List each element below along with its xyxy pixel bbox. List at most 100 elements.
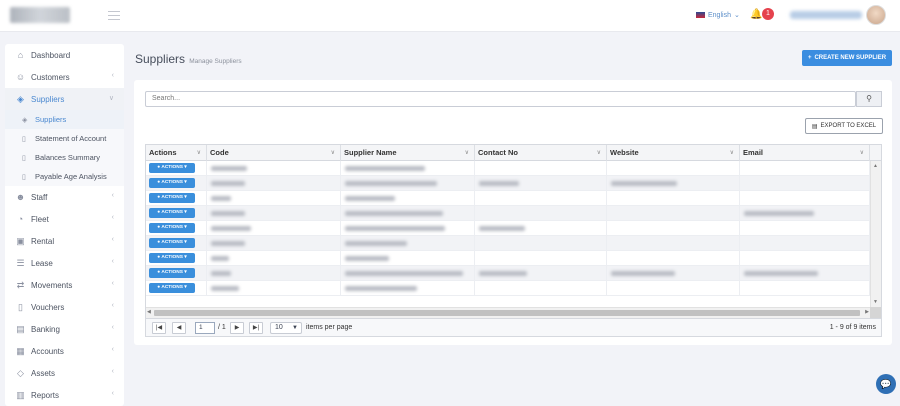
table-row[interactable]: ● ACTIONS ▾ xyxy=(146,266,870,281)
page-size-select[interactable]: 10 ▼ xyxy=(270,322,302,334)
last-page-button[interactable]: ▶| xyxy=(249,322,263,334)
chevron-down-icon[interactable]: ∨ xyxy=(597,145,601,161)
scroll-up-icon[interactable]: ▲ xyxy=(873,163,878,169)
sidebar-item-movements[interactable]: ⇄ Movements ‹ xyxy=(5,274,124,296)
chevron-left-icon: ‹ xyxy=(111,214,114,221)
notification-badge[interactable]: 1 xyxy=(762,8,774,20)
actions-button[interactable]: ● ACTIONS ▾ xyxy=(149,268,195,278)
sidebar-item-vouchers[interactable]: ▯ Vouchers ‹ xyxy=(5,296,124,318)
column-header-supplier-name[interactable]: Supplier Name ∨ xyxy=(341,145,475,161)
gauge-icon: ◔ xyxy=(17,213,24,224)
search-button[interactable]: ⚲ xyxy=(856,91,882,107)
table-cell xyxy=(475,161,607,176)
language-selector[interactable]: English ⌄ xyxy=(696,11,740,19)
sidebar-item-dashboard[interactable]: ⌂ Dashboard xyxy=(5,44,124,66)
suppliers-submenu: ◈ Suppliers ▯ Statement of Account ▯ Balances… xyxy=(5,110,124,186)
chevron-down-icon[interactable]: ∨ xyxy=(465,145,469,161)
company-logo[interactable] xyxy=(10,7,70,23)
column-header-code[interactable]: Code ∨ xyxy=(207,145,341,161)
submenu-item-balances-summary[interactable]: ▯ Balances Summary xyxy=(5,148,124,167)
bell-icon[interactable]: 🔔 xyxy=(750,9,762,20)
sidebar-item-banking[interactable]: ▤ Banking ‹ xyxy=(5,318,124,340)
sidebar-item-accounts[interactable]: ▦ Accounts ‹ xyxy=(5,340,124,362)
table-row[interactable]: ● ACTIONS ▾ xyxy=(146,206,870,221)
table-row[interactable]: ● ACTIONS ▾ xyxy=(146,221,870,236)
actions-button[interactable]: ● ACTIONS ▾ xyxy=(149,223,195,233)
sidebar-item-reports[interactable]: ▥ Reports ‹ xyxy=(5,384,124,406)
table-cell xyxy=(341,176,475,191)
avatar[interactable] xyxy=(866,5,886,25)
home-icon: ⌂ xyxy=(17,49,24,60)
actions-button[interactable]: ● ACTIONS ▾ xyxy=(149,193,195,203)
prev-page-button[interactable]: ◀ xyxy=(172,322,186,334)
user-name[interactable] xyxy=(790,11,862,19)
column-header-label: Actions xyxy=(149,148,177,157)
create-new-supplier-button[interactable]: + CREATE NEW SUPPLIER xyxy=(802,50,892,66)
redacted-name xyxy=(345,271,463,276)
chevron-down-icon: ▼ xyxy=(292,325,298,331)
column-header-contact-no[interactable]: Contact No ∨ xyxy=(475,145,607,161)
chevron-left-icon: ‹ xyxy=(111,324,114,331)
page-number-input[interactable]: 1 xyxy=(195,322,215,334)
table-cell: ● ACTIONS ▾ xyxy=(146,206,207,221)
sidebar-item-assets[interactable]: ◇ Assets ‹ xyxy=(5,362,124,384)
page-header: Suppliers Manage Suppliers xyxy=(135,52,242,66)
actions-button[interactable]: ● ACTIONS ▾ xyxy=(149,253,195,263)
sidebar-item-customers[interactable]: ☺ Customers ‹ xyxy=(5,66,124,88)
table-row[interactable]: ● ACTIONS ▾ xyxy=(146,176,870,191)
table-row[interactable]: ● ACTIONS ▾ xyxy=(146,281,870,296)
next-page-button[interactable]: ▶ xyxy=(230,322,244,334)
scroll-right-icon[interactable]: ▶ xyxy=(865,309,869,315)
actions-button[interactable]: ● ACTIONS ▾ xyxy=(149,178,195,188)
table-cell xyxy=(740,236,870,251)
table-cell xyxy=(475,266,607,281)
table-cell: ● ACTIONS ▾ xyxy=(146,161,207,176)
sidebar-item-staff[interactable]: ☻ Staff ‹ xyxy=(5,186,124,208)
actions-button[interactable]: ● ACTIONS ▾ xyxy=(149,238,195,248)
column-header-actions[interactable]: Actions ∨ xyxy=(146,145,207,161)
column-header-email[interactable]: Email ∨ xyxy=(740,145,870,161)
document-icon: ▯ xyxy=(22,173,26,181)
sidebar-item-fleet[interactable]: ◔ Fleet ‹ xyxy=(5,208,124,230)
submenu-item-label: Balances Summary xyxy=(35,153,101,162)
sidebar-item-rental[interactable]: ▣ Rental ‹ xyxy=(5,230,124,252)
horizontal-scrollbar[interactable]: ◀ ▶ xyxy=(146,307,870,318)
submenu-item-payable-age-analysis[interactable]: ▯ Payable Age Analysis xyxy=(5,167,124,186)
sidebar-item-lease[interactable]: ☰ Lease ‹ xyxy=(5,252,124,274)
pager: |◀ ◀ 1 / 1 ▶ ▶| 10 ▼ items per page 1 - … xyxy=(146,318,881,336)
column-header-website[interactable]: Website ∨ xyxy=(607,145,740,161)
chevron-down-icon[interactable]: ∨ xyxy=(860,145,864,161)
chat-icon[interactable]: 💬 xyxy=(876,374,896,394)
table-cell: ● ACTIONS ▾ xyxy=(146,176,207,191)
table-row[interactable]: ● ACTIONS ▾ xyxy=(146,251,870,266)
chevron-down-icon[interactable]: ∨ xyxy=(197,145,201,161)
submenu-item-suppliers[interactable]: ◈ Suppliers xyxy=(5,110,124,129)
redacted-code xyxy=(211,271,231,276)
table-row[interactable]: ● ACTIONS ▾ xyxy=(146,236,870,251)
first-page-button[interactable]: |◀ xyxy=(152,322,166,334)
actions-button[interactable]: ● ACTIONS ▾ xyxy=(149,208,195,218)
scroll-left-icon[interactable]: ◀ xyxy=(147,309,151,315)
table-row[interactable]: ● ACTIONS ▾ xyxy=(146,161,870,176)
submenu-item-statement-of-account[interactable]: ▯ Statement of Account xyxy=(5,129,124,148)
sidebar-item-suppliers[interactable]: ◈ Suppliers ∨ xyxy=(5,88,124,110)
table-cell xyxy=(475,251,607,266)
export-to-excel-button[interactable]: ▤ EXPORT TO EXCEL xyxy=(805,118,883,134)
table-row[interactable]: ● ACTIONS ▾ xyxy=(146,191,870,206)
scroll-thumb[interactable] xyxy=(154,310,860,316)
actions-button[interactable]: ● ACTIONS ▾ xyxy=(149,163,195,173)
chevron-down-icon[interactable]: ∨ xyxy=(730,145,734,161)
column-header-label: Supplier Name xyxy=(344,148,397,157)
vertical-scrollbar[interactable]: ▲ ▼ xyxy=(870,161,881,307)
chevron-left-icon: ‹ xyxy=(111,280,114,287)
sidebar-item-label: Dashboard xyxy=(31,50,71,60)
table-cell xyxy=(607,161,740,176)
actions-button[interactable]: ● ACTIONS ▾ xyxy=(149,283,195,293)
hamburger-menu-icon[interactable] xyxy=(108,11,120,20)
sidebar-item-label: Assets xyxy=(31,368,56,378)
search-input[interactable]: Search... xyxy=(145,91,856,107)
scroll-down-icon[interactable]: ▼ xyxy=(873,299,878,305)
chevron-down-icon[interactable]: ∨ xyxy=(331,145,335,161)
redacted-website xyxy=(611,181,677,186)
sidebar-item-label: Staff xyxy=(31,192,48,202)
